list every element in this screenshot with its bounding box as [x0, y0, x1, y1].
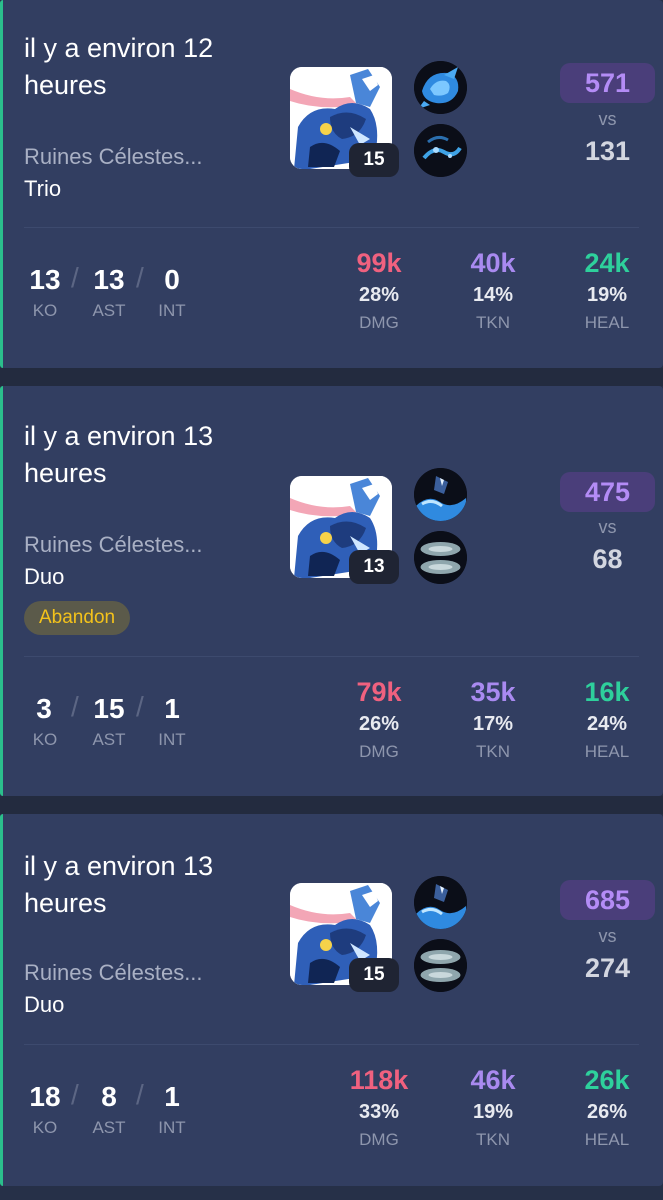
heal-label: HEAL	[584, 742, 630, 761]
match-time: il y a environ 13 heures	[24, 851, 214, 918]
assist-count: 8	[101, 1081, 117, 1112]
damage-label: DMG	[359, 1130, 399, 1149]
tank-label: TKN	[476, 313, 510, 332]
card-accent	[0, 386, 3, 796]
tank-percent: 14%	[472, 284, 514, 306]
opponent-score: 131	[584, 136, 631, 166]
match-time: il y a environ 13 heures	[24, 421, 214, 488]
dark-splash-icon	[414, 124, 467, 177]
ast-label: AST	[92, 1118, 126, 1137]
match-mode: Trio	[24, 176, 62, 201]
heal-percent: 24%	[586, 713, 628, 735]
level-badge: 15	[349, 958, 399, 992]
tank-label: TKN	[476, 1130, 510, 1149]
heal-percent: 19%	[586, 284, 628, 306]
abandon-badge: Abandon	[24, 601, 131, 635]
damage-percent: 33%	[358, 1101, 400, 1123]
card-gap	[0, 796, 663, 814]
tank-percent: 19%	[472, 1101, 514, 1123]
vs-label: vs	[598, 926, 617, 946]
tank-label: TKN	[476, 742, 510, 761]
heal-value: 26k	[584, 1065, 630, 1095]
water-shuriken-icon	[414, 61, 467, 114]
damage-value: 99k	[356, 248, 402, 278]
tank-percent: 17%	[472, 713, 514, 735]
map-name: Ruines Célestes...	[24, 532, 203, 557]
level-badge: 15	[349, 143, 399, 177]
assist-count: 13	[93, 264, 125, 295]
match-time: il y a environ 12 heures	[24, 33, 214, 100]
ast-label: AST	[92, 301, 126, 320]
map-name: Ruines Célestes...	[24, 144, 203, 169]
ast-label: AST	[92, 730, 126, 749]
ko-count: 18	[29, 1081, 61, 1112]
card-divider	[24, 1044, 639, 1045]
int-label: INT	[158, 301, 186, 320]
ko-label: KO	[32, 1118, 58, 1137]
damage-label: DMG	[359, 742, 399, 761]
interrupt-count: 1	[164, 693, 180, 724]
team-score: 685	[560, 880, 655, 920]
card-accent	[0, 814, 3, 1186]
ko-count: 13	[29, 264, 61, 295]
kda-separator: /	[71, 1079, 79, 1110]
match-mode: Duo	[24, 564, 65, 589]
heal-value: 24k	[584, 248, 630, 278]
int-label: INT	[158, 1118, 186, 1137]
level-badge: 13	[349, 550, 399, 584]
damage-value: 79k	[356, 677, 402, 707]
card-divider	[24, 227, 639, 228]
damage-value: 118k	[349, 1065, 409, 1095]
card-gap	[0, 368, 663, 386]
smokescreen-icon	[414, 939, 467, 992]
damage-label: DMG	[359, 313, 399, 332]
kda-separator: /	[136, 691, 144, 722]
surf-icon	[414, 876, 467, 929]
heal-percent: 26%	[586, 1101, 628, 1123]
tank-value: 40k	[470, 248, 516, 278]
heal-label: HEAL	[584, 313, 630, 332]
team-score: 571	[560, 63, 655, 103]
kda-separator: /	[71, 691, 79, 722]
ko-count: 3	[36, 693, 52, 724]
ko-label: KO	[32, 301, 58, 320]
match-mode: Duo	[24, 992, 65, 1017]
kda-separator: /	[136, 1079, 144, 1110]
match-card[interactable]: il y a environ 13 heures Ruines Célestes…	[0, 386, 663, 796]
match-card[interactable]: il y a environ 13 heures Ruines Célestes…	[0, 814, 663, 1186]
damage-percent: 26%	[358, 713, 400, 735]
team-score: 475	[560, 472, 655, 512]
kda-separator: /	[136, 262, 144, 293]
opponent-score: 68	[592, 544, 623, 574]
smokescreen-icon	[414, 531, 467, 584]
vs-label: vs	[598, 109, 617, 129]
surf-icon	[414, 468, 467, 521]
int-label: INT	[158, 730, 186, 749]
card-divider	[24, 656, 639, 657]
match-card[interactable]: il y a environ 12 heures Ruines Célestes…	[0, 0, 663, 368]
kda-separator: /	[71, 262, 79, 293]
damage-percent: 28%	[358, 284, 400, 306]
ko-label: KO	[32, 730, 58, 749]
vs-label: vs	[598, 517, 617, 537]
assist-count: 15	[93, 693, 125, 724]
tank-value: 46k	[470, 1065, 516, 1095]
heal-label: HEAL	[584, 1130, 630, 1149]
map-name: Ruines Célestes...	[24, 960, 203, 985]
opponent-score: 274	[584, 953, 631, 983]
interrupt-count: 0	[164, 264, 180, 295]
heal-value: 16k	[584, 677, 630, 707]
interrupt-count: 1	[164, 1081, 180, 1112]
card-accent	[0, 0, 3, 368]
tank-value: 35k	[470, 677, 516, 707]
